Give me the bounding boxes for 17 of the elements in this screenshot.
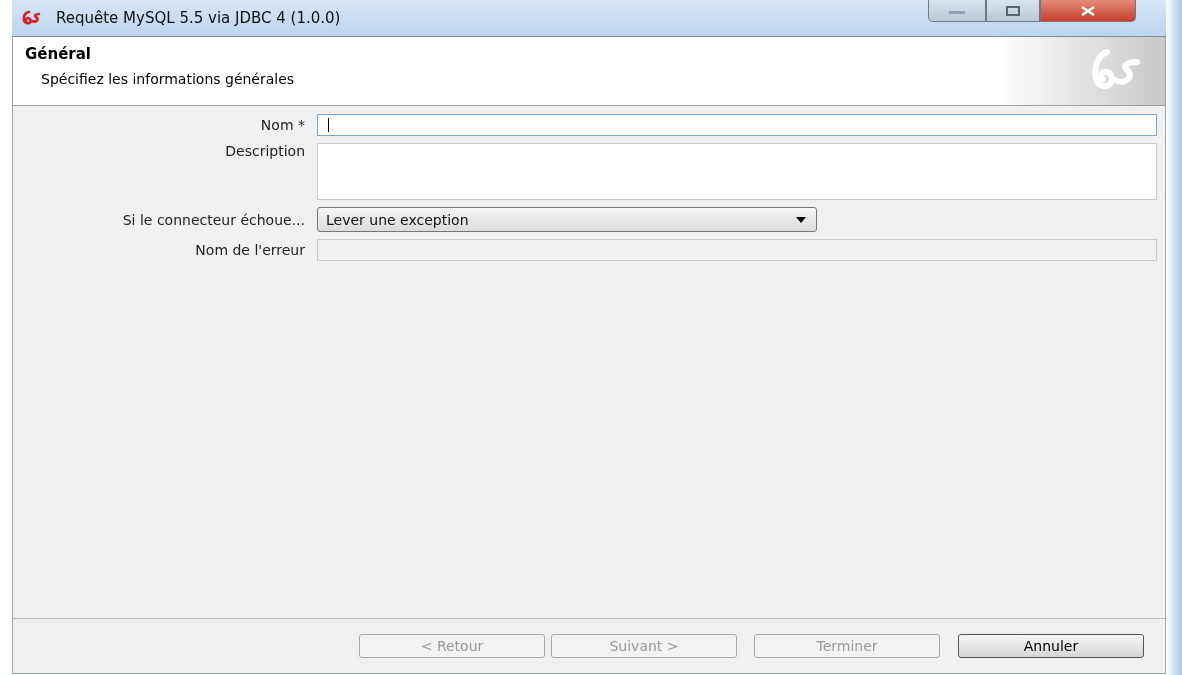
field-label: Si le connecteur échoue... bbox=[121, 211, 305, 228]
close-button[interactable] bbox=[1040, 0, 1136, 22]
text-field[interactable] bbox=[317, 114, 1157, 136]
description-field[interactable] bbox=[317, 143, 1157, 200]
maximize-icon bbox=[1006, 5, 1020, 16]
field-label: Description bbox=[224, 143, 305, 159]
dialog-button[interactable]: Annuler bbox=[958, 634, 1144, 658]
page-subtitle: Spécifiez les informations générales bbox=[41, 71, 295, 87]
close-icon bbox=[1080, 5, 1096, 16]
field-label: Nom * bbox=[259, 117, 305, 133]
caret-icon bbox=[796, 216, 806, 223]
minimize-button[interactable] bbox=[928, 0, 986, 22]
dropdown[interactable]: Lever une exception bbox=[317, 207, 817, 232]
field-label: Nom de l'erreur bbox=[194, 242, 305, 258]
window-title: Requête MySQL 5.5 via JDBC 4 (1.0.0) bbox=[56, 9, 341, 27]
maximize-button[interactable] bbox=[986, 0, 1040, 22]
page-title: Général bbox=[25, 45, 92, 63]
